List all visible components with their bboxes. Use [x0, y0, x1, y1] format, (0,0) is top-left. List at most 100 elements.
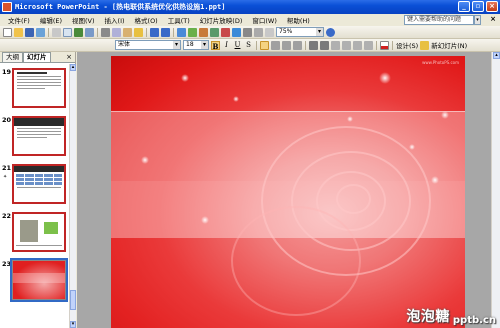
site-watermark: 泡泡糖 pptb.cn [406, 306, 496, 326]
new-icon[interactable] [3, 27, 12, 37]
format-painter-icon[interactable] [134, 27, 143, 37]
print-preview-icon[interactable] [63, 27, 72, 37]
diagram-icon[interactable] [221, 27, 230, 37]
design-button[interactable]: 设计(S) [396, 40, 418, 50]
watermark-en: pptb.cn [452, 315, 496, 326]
sparkle [347, 116, 353, 122]
align-left-icon[interactable] [260, 40, 269, 50]
grid-icon[interactable] [254, 27, 263, 37]
insert-chart-icon[interactable] [177, 27, 186, 37]
slide-preview [10, 258, 68, 302]
transition-icon: ✦ [3, 174, 8, 180]
expand-all-icon[interactable] [243, 27, 252, 37]
document-close-button[interactable]: × [490, 15, 496, 23]
menu-slideshow[interactable]: 幻灯片放映(D) [195, 15, 248, 25]
formatting-toolbar: 宋体 18 B I U S 设计(S) 新幻灯片(N) [0, 39, 500, 52]
separator [173, 27, 174, 37]
bold-button[interactable]: B [211, 40, 220, 51]
redo-icon[interactable] [161, 27, 170, 37]
cut-icon[interactable] [101, 27, 110, 37]
align-right-icon[interactable] [282, 40, 291, 50]
increase-indent-icon[interactable] [364, 40, 373, 50]
slides-pane: 大纲 幻灯片 × 19 20 21 ✦ 22 23 ▴ ▾ [0, 52, 76, 328]
permission-icon[interactable] [36, 27, 45, 37]
minimize-button[interactable]: _ [458, 1, 470, 12]
watermark-cn: 泡泡糖 [406, 309, 450, 325]
scroll-up-icon[interactable]: ▴ [70, 64, 76, 71]
rose-center [336, 184, 371, 214]
slide-corner-text: www.PhotoPS.com [422, 60, 459, 65]
justify-icon[interactable] [293, 40, 302, 50]
help-icon[interactable] [326, 27, 335, 37]
zoom-select[interactable]: 75% [276, 27, 324, 37]
menu-window[interactable]: 窗口(W) [247, 15, 282, 25]
font-size-select[interactable]: 18 [183, 40, 209, 50]
slide-thumbnail-19[interactable]: 19 [0, 66, 68, 112]
bullets-icon[interactable] [320, 40, 329, 50]
menu-edit[interactable]: 编辑(E) [35, 15, 67, 25]
font-select[interactable]: 宋体 [115, 40, 181, 50]
menu-insert[interactable]: 插入(I) [100, 15, 130, 25]
slide-number: 21 [2, 164, 12, 172]
menu-view[interactable]: 视图(V) [67, 15, 100, 25]
help-dropdown-icon[interactable]: ▾ [474, 15, 481, 25]
insert-table-icon[interactable] [188, 27, 197, 37]
insert-picture-icon[interactable] [210, 27, 219, 37]
decrease-indent-icon[interactable] [353, 40, 362, 50]
pane-close-icon[interactable]: × [66, 53, 72, 61]
save-icon[interactable] [25, 27, 34, 37]
current-slide[interactable]: www.PhotoPS.com [111, 56, 465, 328]
new-slide-button[interactable]: 新幻灯片(N) [431, 40, 467, 50]
help-search-input[interactable]: 键入需要帮助的问题 [404, 15, 474, 25]
slide-thumbnail-23[interactable]: 23 [0, 258, 68, 304]
underline-button[interactable]: U [233, 41, 242, 50]
rose-petal-lower [231, 206, 361, 316]
slide-thumbnail-22[interactable]: 22 [0, 210, 68, 256]
print-icon[interactable] [52, 27, 61, 37]
copy-icon[interactable] [112, 27, 121, 37]
slide-preview [12, 68, 66, 108]
paste-icon[interactable] [123, 27, 132, 37]
sparkle [441, 111, 449, 119]
slide-thumbnail-list: 19 20 21 ✦ 22 23 [0, 64, 68, 328]
slide-thumbnail-20[interactable]: 20 [0, 114, 68, 160]
separator [376, 40, 377, 50]
tables-borders-icon[interactable] [199, 27, 208, 37]
shadow-button[interactable]: S [244, 41, 253, 50]
menu-file[interactable]: 文件(F) [3, 15, 35, 25]
restore-button[interactable]: ▫ [472, 1, 484, 12]
increase-font-icon[interactable] [331, 40, 340, 50]
powerpoint-app-icon[interactable] [2, 2, 12, 12]
separator [146, 27, 147, 37]
italic-button[interactable]: I [222, 41, 231, 50]
tab-slides[interactable]: 幻灯片 [23, 52, 51, 62]
open-icon[interactable] [14, 27, 23, 37]
menu-format[interactable]: 格式(O) [130, 15, 163, 25]
font-color-icon[interactable] [380, 40, 389, 50]
sparkle [379, 72, 391, 84]
slide-thumbnail-21[interactable]: 21 ✦ [0, 162, 68, 208]
hyperlink-icon[interactable] [232, 27, 241, 37]
research-icon[interactable] [85, 27, 94, 37]
tab-outline[interactable]: 大纲 [2, 52, 23, 62]
decrease-font-icon[interactable] [342, 40, 351, 50]
undo-icon[interactable] [150, 27, 159, 37]
window-title: Microsoft PowerPoint - [热电联供系统优化供热设施1.pp… [15, 3, 226, 11]
numbering-icon[interactable] [309, 40, 318, 50]
slide-preview [12, 116, 66, 156]
spelling-icon[interactable] [74, 27, 83, 37]
editor-scrollbar[interactable]: ▴ [491, 52, 500, 328]
new-slide-icon[interactable] [420, 40, 430, 50]
title-bar: Microsoft PowerPoint - [热电联供系统优化供热设施1.pp… [0, 0, 500, 14]
menu-help[interactable]: 帮助(H) [282, 15, 315, 25]
slide-preview [12, 212, 66, 252]
slides-scrollbar[interactable]: ▴ ▾ [69, 64, 76, 328]
menu-tools[interactable]: 工具(T) [163, 15, 195, 25]
color-grayscale-icon[interactable] [265, 27, 274, 37]
scroll-down-icon[interactable]: ▾ [70, 321, 76, 328]
align-center-icon[interactable] [271, 40, 280, 50]
close-button[interactable]: × [486, 1, 498, 12]
sparkle [201, 216, 209, 224]
scroll-thumb[interactable] [70, 290, 76, 310]
scroll-up-icon[interactable]: ▴ [493, 52, 500, 59]
